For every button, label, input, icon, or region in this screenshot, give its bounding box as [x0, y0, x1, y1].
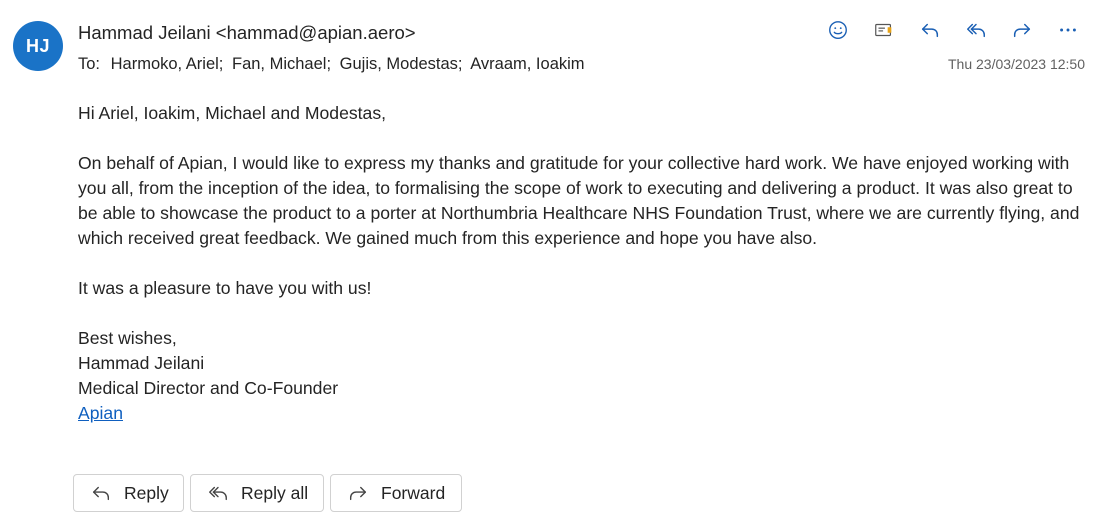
- avatar[interactable]: HJ: [13, 21, 63, 71]
- reply-button-label: Reply: [124, 482, 169, 503]
- flag-icon: [875, 23, 892, 37]
- reply-all-button[interactable]: Reply all: [190, 474, 324, 512]
- recipient[interactable]: Harmoko, Ariel;: [111, 55, 224, 73]
- forward-button[interactable]: Forward: [330, 474, 462, 512]
- signature: Best wishes, Hammad Jeilani Medical Dire…: [78, 326, 1088, 426]
- message-header: HJ Hammad Jeilani <hammad@apian.aero> To…: [0, 0, 1111, 90]
- closing-line: It was a pleasure to have you with us!: [78, 278, 372, 298]
- signature-title: Medical Director and Co-Founder: [78, 378, 339, 398]
- forward-icon: [349, 486, 367, 501]
- forward-button-label: Forward: [381, 482, 446, 503]
- forward-icon: [1013, 23, 1031, 38]
- reply-toolbar-button[interactable]: [907, 16, 953, 44]
- emoji-reaction-button[interactable]: [815, 16, 861, 44]
- recipients-line: To: Harmoko, Ariel; Fan, Michael; Gujis,…: [78, 55, 589, 74]
- reply-all-icon: [209, 486, 227, 501]
- flag-button[interactable]: [861, 16, 907, 44]
- timestamp: Thu 23/03/2023 12:50: [947, 56, 1085, 72]
- greeting: Hi Ariel, Ioakim, Michael and Modestas,: [78, 103, 387, 123]
- signature-name: Hammad Jeilani: [78, 353, 205, 373]
- signature-link[interactable]: Apian: [78, 403, 123, 423]
- body-paragraph: On behalf of Apian, I would like to expr…: [78, 153, 1080, 248]
- recipient[interactable]: Fan, Michael;: [232, 55, 331, 73]
- reply-icon: [921, 23, 939, 38]
- more-icon: [1060, 28, 1076, 32]
- emoji-icon: [829, 21, 847, 39]
- reply-icon: [92, 486, 110, 501]
- reply-buttons: Reply Reply all Forward: [73, 474, 462, 512]
- message-body: Hi Ariel, Ioakim, Michael and Modestas, …: [78, 101, 1088, 426]
- message-actions: [815, 16, 1091, 44]
- signoff: Best wishes,: [78, 328, 177, 348]
- reply-all-toolbar-button[interactable]: [953, 16, 999, 44]
- sender[interactable]: Hammad Jeilani <hammad@apian.aero>: [78, 22, 416, 44]
- recipient[interactable]: Gujis, Modestas;: [340, 55, 463, 73]
- more-actions-button[interactable]: [1045, 16, 1091, 44]
- reply-all-button-label: Reply all: [241, 482, 309, 503]
- reply-button[interactable]: Reply: [73, 474, 184, 512]
- to-label: To:: [78, 55, 101, 73]
- avatar-initials: HJ: [25, 35, 50, 56]
- reply-all-icon: [967, 23, 985, 38]
- recipient[interactable]: Avraam, Ioakim: [470, 55, 584, 73]
- forward-toolbar-button[interactable]: [999, 16, 1045, 44]
